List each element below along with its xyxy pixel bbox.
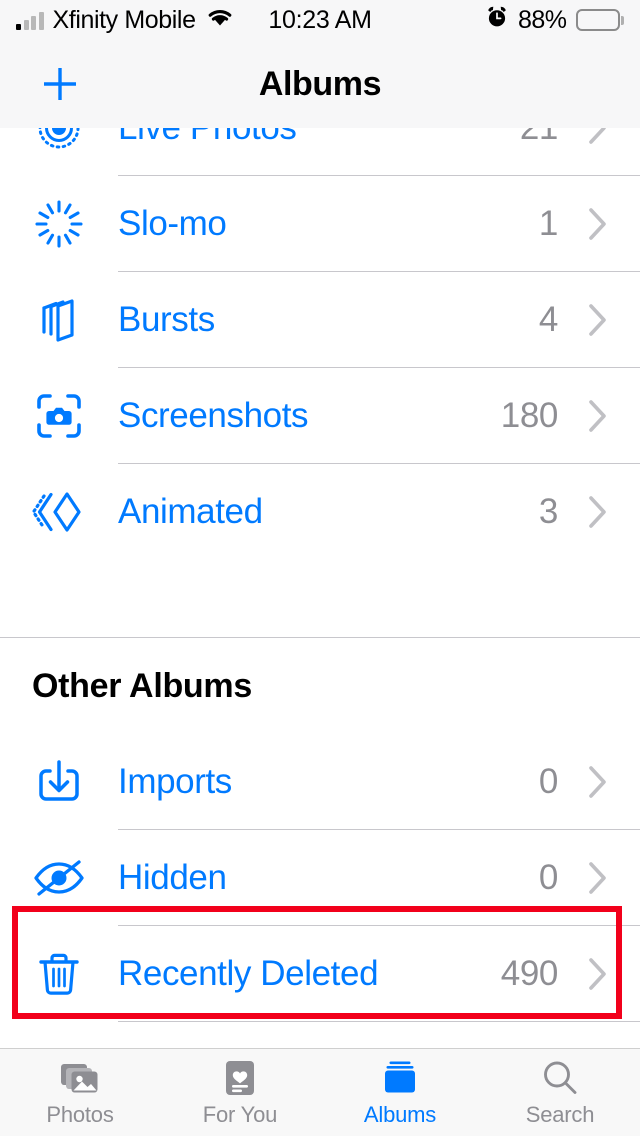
page-title: Albums [0, 65, 640, 104]
albums-icon [381, 1058, 419, 1098]
photos-app-albums-screen: Xfinity Mobile 10:23 AM 8 [0, 0, 640, 1136]
album-label: Recently Deleted [118, 954, 501, 994]
tab-search[interactable]: Search [480, 1049, 640, 1136]
tab-photos[interactable]: Photos [0, 1049, 160, 1136]
album-label: Animated [118, 492, 539, 532]
trash-icon [0, 947, 118, 1001]
chevron-right-icon [580, 302, 616, 338]
wifi-icon [205, 6, 235, 35]
album-label: Imports [118, 762, 539, 802]
status-bar-right: 88% [485, 5, 624, 36]
chevron-right-icon [580, 206, 616, 242]
chevron-right-icon [580, 128, 616, 146]
album-row-hidden[interactable]: Hidden 0 [0, 830, 640, 925]
album-count: 180 [501, 396, 558, 436]
battery-icon [576, 9, 625, 31]
chevron-right-icon [580, 398, 616, 434]
tab-for-you[interactable]: For You [160, 1049, 320, 1136]
row-separator [118, 1021, 640, 1022]
album-count: 3 [539, 492, 558, 532]
imports-icon [0, 755, 118, 809]
section-header-other-albums: Other Albums [0, 638, 640, 734]
hidden-icon [0, 850, 118, 906]
photos-icon [60, 1058, 100, 1098]
section-gap [0, 559, 640, 637]
live-photos-icon [0, 128, 118, 154]
for-you-icon [223, 1058, 257, 1098]
album-row-animated[interactable]: Animated 3 [0, 464, 640, 559]
cellular-signal-icon [16, 11, 44, 30]
album-count: 0 [539, 762, 558, 802]
album-row-slo-mo[interactable]: Slo-mo 1 [0, 176, 640, 271]
chevron-right-icon [580, 860, 616, 896]
album-row-recently-deleted[interactable]: Recently Deleted 490 [0, 926, 640, 1021]
album-label: Slo-mo [118, 204, 539, 244]
album-label: Bursts [118, 300, 539, 340]
navigation-bar: Albums [0, 40, 640, 128]
albums-list[interactable]: Live Photos 21 [0, 128, 640, 1048]
album-count: 21 [520, 128, 558, 148]
slo-mo-icon [0, 197, 118, 251]
battery-percent-label: 88% [518, 6, 567, 35]
chevron-right-icon [580, 494, 616, 530]
album-row-screenshots[interactable]: Screenshots 180 [0, 368, 640, 463]
status-bar-clock: 10:23 AM [268, 6, 371, 35]
albums-list-content: Live Photos 21 [0, 128, 640, 1022]
tab-bar: Photos For You Albums [0, 1048, 640, 1136]
bursts-icon [0, 293, 118, 347]
status-bar: Xfinity Mobile 10:23 AM 8 [0, 0, 640, 40]
search-icon [541, 1058, 579, 1098]
tab-label: Search [526, 1102, 595, 1128]
album-count: 1 [539, 204, 558, 244]
album-row-live-photos[interactable]: Live Photos 21 [0, 128, 640, 175]
tab-label: Albums [364, 1102, 436, 1128]
album-count: 0 [539, 858, 558, 898]
screenshots-icon [0, 389, 118, 443]
chevron-right-icon [580, 764, 616, 800]
album-row-bursts[interactable]: Bursts 4 [0, 272, 640, 367]
album-label: Screenshots [118, 396, 501, 436]
animated-icon [0, 485, 118, 539]
album-label: Live Photos [118, 128, 520, 148]
album-count: 4 [539, 300, 558, 340]
tab-label: For You [203, 1102, 277, 1128]
album-row-imports[interactable]: Imports 0 [0, 734, 640, 829]
status-bar-left: Xfinity Mobile [16, 6, 235, 35]
carrier-name: Xfinity Mobile [53, 6, 196, 35]
album-count: 490 [501, 954, 558, 994]
chevron-right-icon [580, 956, 616, 992]
tab-albums[interactable]: Albums [320, 1049, 480, 1136]
alarm-clock-icon [485, 5, 509, 36]
album-label: Hidden [118, 858, 539, 898]
tab-label: Photos [46, 1102, 113, 1128]
